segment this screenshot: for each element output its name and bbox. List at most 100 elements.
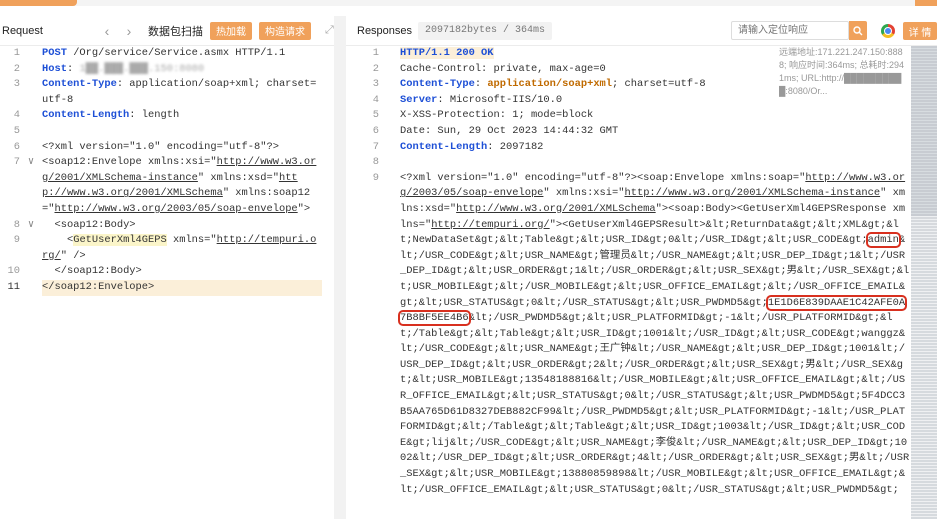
line-number: 2 [13,62,20,75]
line-number: 7 [13,156,20,169]
response-search-input[interactable] [731,21,849,40]
fold-gutter [379,62,400,78]
code-line[interactable]: 8 [346,155,937,171]
code-token: : Microsoft-IIS/10.0 [437,93,563,106]
code-token: GetUserXml4GEPS [73,234,167,247]
code-token: : 2097182 [487,140,544,153]
code-token: http://www.w3.org/2003/05/soap-envelope [54,202,298,215]
code-token: http://www.w3.org/2001/XMLSchema-instanc… [624,187,881,200]
code-token: Content-Length [42,109,130,122]
line-number: 3 [13,78,20,91]
fold-gutter [20,280,42,296]
code-token: Server [400,93,438,106]
code-token: < [42,234,74,247]
line-text: <soap12:Body> [42,218,322,234]
code-token: admin [865,232,901,249]
code-token: : [66,62,80,75]
panel-divider[interactable] [334,16,346,519]
fold-gutter [20,77,42,108]
code-token: xmlns=" [166,234,217,247]
line-number: 5 [13,124,20,137]
line-number: 4 [372,93,379,106]
response-size-badge: 2097182bytes / 364ms [418,21,553,40]
code-token: " xmlns:xsi=" [543,187,625,200]
build-request-button[interactable]: 构造请求 [259,21,311,40]
code-line[interactable]: 1 POST /Org/service/Service.asmx HTTP/1.1 [0,46,334,62]
detail-button[interactable]: 详 情 [903,22,937,40]
fold-chevron-icon[interactable]: ∨ [20,155,42,217]
expand-icon[interactable]: ⤢ [325,24,334,37]
code-token: Content-Type [400,78,475,91]
code-token: &lt;/USR_PWDMD5&gt;&lt;USR_PLATFORMID&gt… [400,312,910,496]
code-line[interactable]: 7 Content-Length: 2097182 [346,140,937,156]
forward-arrow-icon[interactable]: › [118,23,140,39]
code-line[interactable]: 5 X-XSS-Protection: 1; mode=block [346,108,937,124]
line-text: Date: Sun, 29 Oct 2023 14:44:32 GMT [400,124,910,140]
back-arrow-icon[interactable]: ‹ [96,23,118,39]
code-token: : length [129,109,180,122]
line-text: POST /Org/service/Service.asmx HTTP/1.1 [42,46,322,62]
code-line[interactable]: 10 </soap12:Body> [0,264,334,280]
line-text: Content-Type: application/soap+xml; char… [42,77,322,108]
fold-gutter [379,93,400,109]
code-line[interactable]: 9 <?xml version="1.0" encoding="utf-8"?><… [346,171,937,498]
code-token: application/soap+xml [487,78,613,91]
code-line[interactable]: 8 ∨ <soap12:Body> [0,218,334,234]
line-text: Content-Length: length [42,108,322,124]
line-number: 2 [372,62,379,75]
code-line[interactable]: 7 ∨ <soap12:Envelope xmlns:xsi=" http://www… [0,155,334,217]
code-line[interactable]: 9 <GetUserXml4GEPS xmlns="http://tempuri… [0,233,334,264]
chrome-browser-icon[interactable] [881,24,895,38]
code-line[interactable]: 3 Content-Type: application/soap+xml; cha… [0,77,334,108]
fold-gutter [20,124,42,140]
fold-gutter [20,62,42,78]
line-text: </soap12:Envelope> [42,279,322,296]
code-line[interactable]: 5 [0,124,334,140]
line-number: 8 [372,156,379,169]
code-line[interactable]: 6 Date: Sun, 29 Oct 2023 14:44:32 GMT [346,124,937,140]
code-line[interactable]: 6 <?xml version="1.0" encoding="utf-8"?> [0,140,334,156]
fold-gutter [20,46,42,62]
response-title: Responses [357,24,413,37]
code-line[interactable]: 2 Host: 1██.███.███.150:8080 [0,62,334,78]
line-text: <?xml version="1.0" encoding="utf-8"?> [42,140,322,156]
editor-minimap[interactable] [911,46,937,519]
line-number: 10 [7,265,20,278]
fold-gutter [379,77,400,93]
code-token: Cache-Control: private, max-age=0 [400,62,606,75]
code-token: </soap12:Envelope> [42,280,155,293]
code-line[interactable]: 4 Content-Length: length [0,108,334,124]
code-token: " /> [60,249,86,262]
code-line[interactable]: 11 </soap12:Envelope> [0,279,334,296]
line-number: 1 [13,47,20,59]
fold-chevron-icon[interactable]: ∨ [20,218,42,234]
line-text: </soap12:Body> [42,264,322,280]
code-token: Content-Length [400,140,488,153]
response-header: Responses 2097182bytes / 364ms 详 情 [346,16,937,46]
line-number: 9 [13,234,20,247]
fold-gutter [20,140,42,156]
code-token: " xmlns:xsd=" [197,171,279,184]
top-orange-tab-right[interactable] [915,0,937,6]
response-meta-info: 远端地址:171.221.247.150:8888; 响应时间:364ms; 总… [779,47,905,96]
line-number: 1 [372,47,379,59]
request-editor[interactable]: 1 POST /Org/service/Service.asmx HTTP/1.1… [0,46,334,519]
fold-gutter [20,108,42,124]
line-number: 6 [13,140,20,153]
fold-gutter [20,264,42,280]
code-token: /Org/service/Service.asmx HTTP/1.1 [66,47,286,59]
request-header: Request ‹ › 数据包扫描 热加载 构造请求 ⤢ [0,16,334,46]
response-editor[interactable]: 1 HTTP/1.1 200 OK 2 Cache-Control: private,… [346,46,937,519]
line-text: <GetUserXml4GEPS xmlns="http://tempuri.o… [42,233,322,264]
top-orange-tab[interactable] [0,0,77,6]
fold-gutter [379,108,400,124]
request-title: Request [2,24,43,37]
line-number: 11 [7,280,20,293]
hot-reload-button[interactable]: 热加载 [210,21,252,40]
fold-gutter [20,233,42,264]
code-token: : [474,78,488,91]
fold-gutter [379,46,400,62]
search-icon[interactable] [849,21,867,40]
packet-scan-label[interactable]: 数据包扫描 [148,23,203,39]
line-number: 8 [13,218,20,231]
